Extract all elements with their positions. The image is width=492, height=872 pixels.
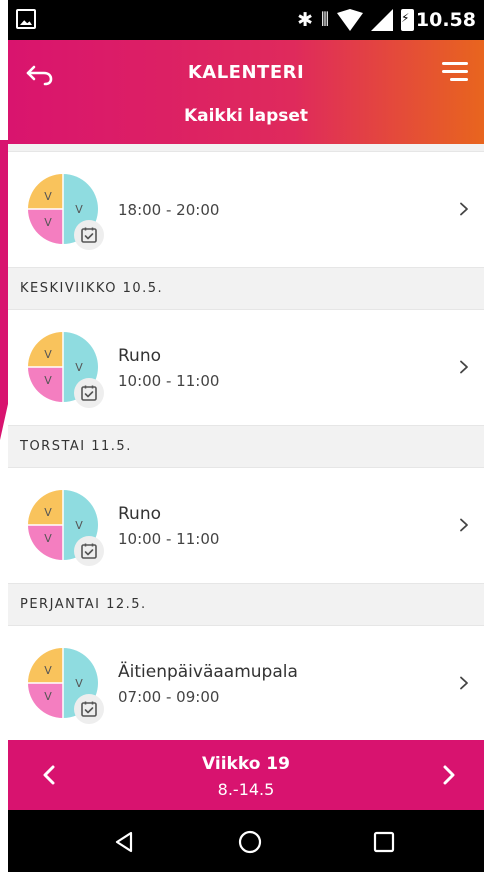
avatar-letter: V — [75, 361, 83, 374]
recents-square-icon[interactable] — [372, 830, 396, 854]
chevron-right-icon[interactable] — [458, 676, 470, 690]
day-header: KESKIVIIKKO 10.5. — [8, 268, 484, 310]
avatar-letter: V — [44, 532, 52, 545]
calendar-check-icon — [74, 694, 104, 724]
app-screen: ✱ ⫴ 10.58 KALENTERI Kaikki lapset VVV18:… — [0, 0, 492, 872]
avatar-letter: V — [75, 203, 83, 216]
next-week-button[interactable] — [442, 765, 456, 785]
event-time: 10:00 - 11:00 — [118, 372, 220, 390]
right-edge — [484, 0, 492, 872]
status-bar: ✱ ⫴ 10.58 — [8, 0, 484, 40]
list-top-gap — [8, 144, 484, 152]
menu-icon[interactable] — [438, 60, 468, 84]
wifi-icon — [337, 9, 363, 31]
event-time: 18:00 - 20:00 — [118, 201, 220, 219]
image-icon — [16, 9, 36, 29]
status-time: 10.58 — [415, 9, 476, 31]
avatar-letter: V — [44, 216, 52, 229]
avatar-letter: V — [44, 348, 52, 361]
avatar-letter: V — [44, 190, 52, 203]
chevron-right-icon[interactable] — [458, 202, 470, 216]
avatar-letter: V — [44, 506, 52, 519]
home-circle-icon[interactable] — [238, 830, 262, 854]
chevron-right-icon[interactable] — [458, 360, 470, 374]
day-header: PERJANTAI 12.5. — [8, 584, 484, 626]
page-title: KALENTERI — [187, 62, 305, 83]
back-triangle-icon[interactable] — [112, 830, 136, 854]
event-row[interactable]: V V V 18:00 - 20:00 — [8, 152, 484, 268]
calendar-check-icon — [74, 536, 104, 566]
left-edge — [0, 0, 8, 872]
calendar-check-icon — [74, 220, 104, 250]
cell-signal-icon — [371, 9, 393, 31]
child-filter[interactable]: Kaikki lapset — [8, 106, 484, 126]
event-row[interactable]: V V V Runo 10:00 - 11:00 — [8, 310, 484, 426]
event-time: 07:00 - 09:00 — [118, 688, 220, 706]
chevron-right-icon[interactable] — [458, 518, 470, 532]
event-list[interactable]: V V V 18:00 - 20:00 KESKIVIIKKO 10.5. V V V Runo… — [8, 144, 484, 740]
week-label: Viikko 19 — [202, 754, 290, 774]
avatar-letter: V — [75, 519, 83, 532]
event-name: Runo — [118, 504, 161, 524]
event-time: 10:00 - 11:00 — [118, 530, 220, 548]
event-name: Äitienpäiväaamupala — [118, 662, 298, 682]
vibrate-icon: ⫴ — [321, 9, 329, 31]
event-row[interactable]: V V V Runo 10:00 - 11:00 — [8, 468, 484, 584]
week-navigator: Viikko 19 8.-14.5 — [8, 740, 484, 810]
battery-charging-icon — [401, 9, 414, 31]
week-date-range: 8.-14.5 — [217, 780, 275, 799]
event-name: Runo — [118, 346, 161, 366]
system-nav-bar — [8, 810, 484, 872]
calendar-check-icon — [74, 378, 104, 408]
bluetooth-icon: ✱ — [297, 9, 314, 31]
avatar-letter: V — [75, 677, 83, 690]
app-header: KALENTERI Kaikki lapset — [8, 40, 484, 144]
avatar-letter: V — [44, 374, 52, 387]
avatar-letter: V — [44, 664, 52, 677]
day-header: TORSTAI 11.5. — [8, 426, 484, 468]
avatar-letter: V — [44, 690, 52, 703]
event-row[interactable]: V V V Äitienpäiväaamupala 07:00 - 09:00 — [8, 626, 484, 740]
